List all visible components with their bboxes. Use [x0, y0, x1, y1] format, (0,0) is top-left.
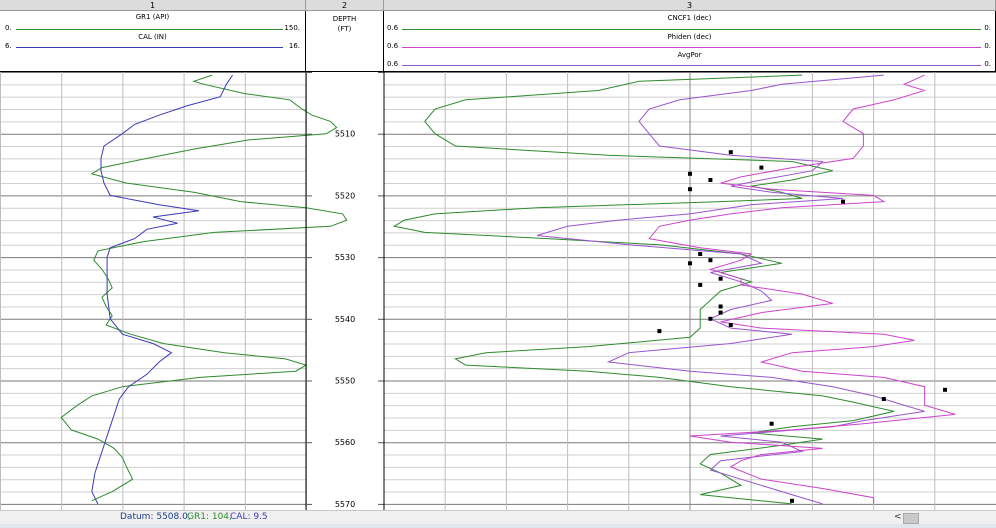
depth-label: DEPTH	[332, 15, 357, 23]
curve-layer	[60, 74, 956, 505]
depth-tick-label: 5520	[335, 191, 355, 200]
core-marker[interactable]	[718, 276, 723, 281]
core-marker[interactable]	[759, 165, 764, 170]
core-marker[interactable]	[718, 304, 723, 309]
status-bar: Datum: 5508.0, GR1: 104, CAL: 9.5 <	[0, 510, 996, 525]
cal-right-scale: 16.	[288, 42, 300, 50]
gr-right-scale: 150.	[284, 24, 300, 32]
track-1-header[interactable]: 1	[0, 0, 306, 11]
avgpor-curve-name[interactable]: AvgPor	[384, 51, 995, 59]
scroll-left-arrow[interactable]: <	[894, 511, 902, 524]
depth-tick-label: 5540	[335, 315, 355, 324]
phiden-curve[interactable]	[648, 74, 956, 504]
track-3-curve-header: CNCF1 (dec) 0.6 0. Phiden (dec) 0.6 0. A…	[384, 11, 996, 72]
phiden-curve-name[interactable]: Phiden (dec)	[384, 33, 995, 41]
core-marker[interactable]	[688, 187, 692, 192]
avgpor-scale-line	[402, 65, 981, 66]
gr-scale-line	[16, 29, 283, 30]
cncf1-curve-name[interactable]: CNCF1 (dec)	[384, 14, 995, 22]
avgpor-right-scale: 0.	[984, 60, 991, 68]
depth-tick-label: 5570	[335, 500, 355, 509]
depth-tick-label: 5510	[335, 130, 355, 139]
depth-tick-label: 5550	[335, 377, 355, 386]
depth-tick-label: 5560	[335, 438, 355, 447]
cal-scale-line	[16, 47, 283, 48]
phiden-left-scale: 0.6	[387, 42, 399, 50]
datum-readout: Datum: 5508.0,	[120, 512, 191, 522]
horizontal-scrollbar-thumb[interactable]	[903, 513, 919, 524]
cal-readout: CAL: 9.5	[230, 512, 268, 522]
cncf1-curve[interactable]	[392, 74, 895, 505]
cncf1-left-scale: 0.6	[387, 24, 399, 32]
depth-tick-labels: 5510 5520 5530 5540 5550 5560 5570	[335, 130, 355, 509]
core-marker[interactable]	[688, 261, 692, 266]
core-marker[interactable]	[708, 178, 713, 182]
core-markers	[657, 150, 947, 503]
core-marker[interactable]	[728, 323, 733, 327]
avgpor-left-scale: 0.6	[387, 60, 399, 68]
core-marker[interactable]	[790, 498, 794, 503]
phiden-scale-line	[402, 47, 981, 48]
core-marker[interactable]	[881, 397, 886, 401]
gr-curve[interactable]	[60, 74, 348, 502]
phiden-right-scale: 0.	[984, 42, 991, 50]
cal-left-scale: 6.	[5, 42, 12, 50]
core-marker[interactable]	[708, 258, 713, 263]
cal-curve[interactable]	[91, 74, 234, 505]
gr-left-scale: 0.	[5, 24, 12, 32]
cal-curve-name[interactable]: CAL (IN)	[0, 33, 305, 41]
core-marker[interactable]	[708, 316, 713, 321]
depth-track-header: DEPTH (FT)	[306, 11, 384, 72]
core-marker[interactable]	[698, 252, 703, 256]
track-3-header[interactable]: 3	[384, 0, 996, 11]
core-marker[interactable]	[841, 199, 845, 204]
depth-unit: (FT)	[337, 25, 352, 33]
bottom-toolbar-strip	[0, 524, 996, 528]
avgpor-curve[interactable]	[536, 74, 925, 505]
cncf1-right-scale: 0.	[984, 24, 991, 32]
core-marker[interactable]	[657, 329, 662, 334]
core-marker[interactable]	[728, 150, 733, 155]
grid-lines	[0, 72, 996, 510]
track-2-header[interactable]: 2	[306, 0, 384, 11]
gr-readout: GR1: 104,	[187, 512, 232, 522]
depth-tick-label: 5530	[335, 253, 355, 262]
core-marker[interactable]	[688, 171, 692, 176]
core-marker[interactable]	[698, 282, 703, 287]
log-plot[interactable]: 5510 5520 5530 5540 5550 5560 5570	[0, 72, 996, 510]
core-marker[interactable]	[718, 310, 723, 315]
gr-curve-name[interactable]: GR1 (API)	[0, 13, 305, 21]
core-marker[interactable]	[769, 421, 774, 426]
core-marker[interactable]	[943, 387, 947, 392]
cncf1-scale-line	[402, 29, 981, 30]
track-1-curve-header: GR1 (API) 0. 150. CAL (IN) 6. 16.	[0, 11, 306, 72]
